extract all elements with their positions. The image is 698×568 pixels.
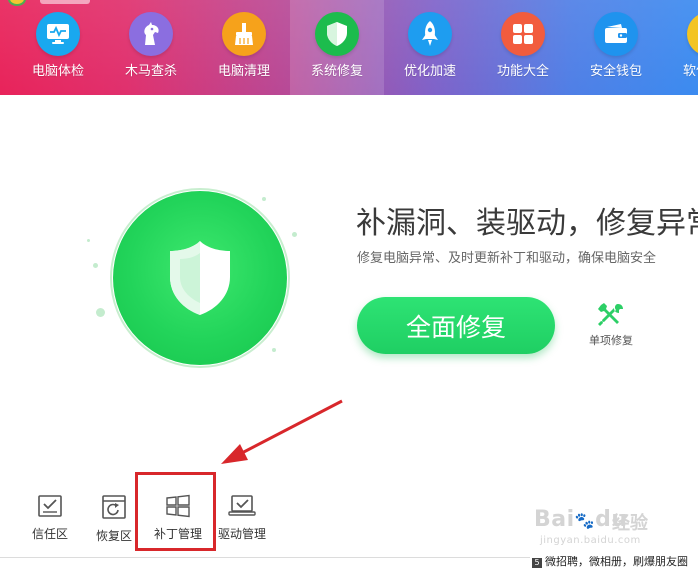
driver-manage-icon (228, 495, 256, 516)
tool-label: 驱动管理 (217, 527, 266, 541)
restore-zone-icon (102, 495, 126, 519)
strip-text: 微招聘，微相册，刷爆朋友圈 (545, 556, 688, 568)
watermark-url: jingyan.baidu.com (540, 535, 641, 546)
footer-ad-strip[interactable]: 5 微招聘，微相册，刷爆朋友圈 (532, 556, 698, 568)
annotation-highlight-box (135, 472, 216, 551)
watermark-product: 经验 (612, 513, 648, 534)
trust-zone-button[interactable]: 信任区 (20, 494, 80, 546)
baidu-jingyan-watermark: Bai🐾du 经验 jingyan.baidu.com (534, 505, 694, 551)
trust-zone-icon (38, 495, 62, 517)
bottom-divider (0, 557, 530, 558)
tool-label: 信任区 (31, 527, 68, 541)
strip-number-badge: 5 (532, 558, 542, 568)
annotation-arrow (221, 399, 343, 464)
tool-label: 恢复区 (95, 529, 132, 543)
driver-management-button[interactable]: 驱动管理 (212, 494, 272, 546)
